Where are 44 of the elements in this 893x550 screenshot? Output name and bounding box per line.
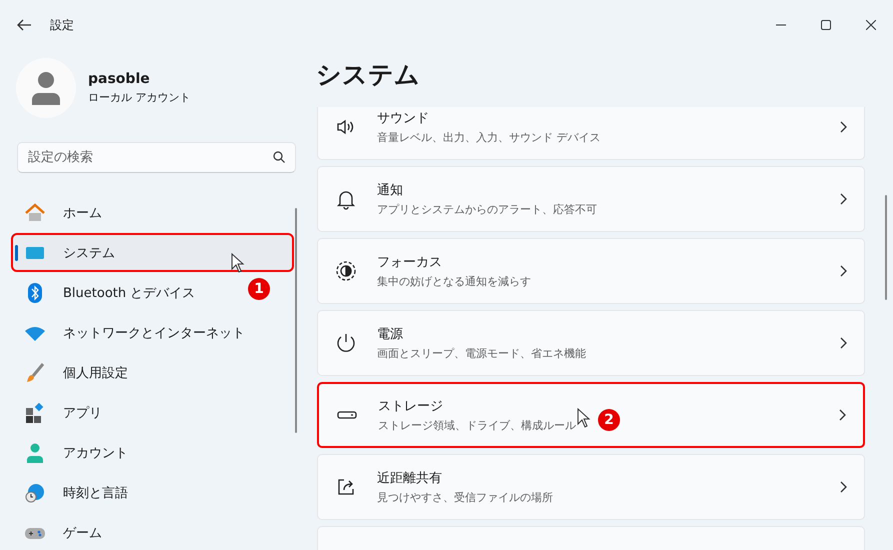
account-type: ローカル アカウント [88,90,190,105]
scrollbar[interactable] [885,195,887,300]
step-badge: 2 [598,409,620,431]
nav-item[interactable]: アプリ [13,395,110,430]
nav-item[interactable]: ネットワークとインターネット [13,315,253,350]
search-icon [273,151,285,163]
nav-item[interactable]: ホーム [13,195,110,230]
focus-icon [335,260,357,282]
apps-icon [25,402,45,422]
mouse-cursor-icon [231,253,245,273]
power-icon [335,332,357,354]
settings-card[interactable]: フォーカス 集中の妨げとなる通知を減らす [317,238,865,304]
nav-item[interactable]: システム [13,235,292,270]
nav-item[interactable]: Bluetooth とデバイス [13,275,204,310]
chevron-right-icon [839,409,847,421]
step-badge: 1 [248,278,270,300]
nav-item[interactable]: 時刻と言語 [13,475,136,510]
nav-item[interactable]: 個人用設定 [13,355,136,390]
maximize-icon [820,20,830,30]
chevron-right-icon [840,481,848,493]
mouse-cursor-icon [577,408,591,428]
paintbrush-icon [25,362,45,382]
scrollbar[interactable] [295,208,297,433]
nav-item[interactable]: アカウント [13,435,136,470]
chevron-right-icon [840,193,848,205]
nav-item[interactable]: ゲーム [13,515,110,550]
page-title: システム [316,59,421,91]
close-icon [866,20,876,30]
user-name: pasoble [88,71,151,87]
settings-card[interactable]: ストレージ ストレージ領域、ドライブ、構成ルール 2 [317,382,865,448]
bluetooth-icon [25,282,45,302]
settings-card[interactable]: サウンド 音量レベル、出力、入力、サウンド デバイス [317,107,865,160]
chevron-right-icon [840,337,848,349]
settings-card[interactable]: 近距離共有 見つけやすさ、受信ファイルの場所 [317,454,865,520]
settings-card[interactable]: 通知 アプリとシステムからのアラート、応答不可 [317,166,865,232]
person-icon [25,442,45,462]
globe-clock-icon [25,482,45,502]
settings-card[interactable]: 電源 画面とスリープ、電源モード、省エネ機能 [317,310,865,376]
search-field[interactable]: 設定の検索 [17,142,296,173]
back-arrow-icon[interactable] [16,17,32,33]
house-icon [25,202,45,222]
window-title: 設定 [50,16,74,34]
chevron-right-icon [840,265,848,277]
chevron-right-icon [840,121,848,133]
